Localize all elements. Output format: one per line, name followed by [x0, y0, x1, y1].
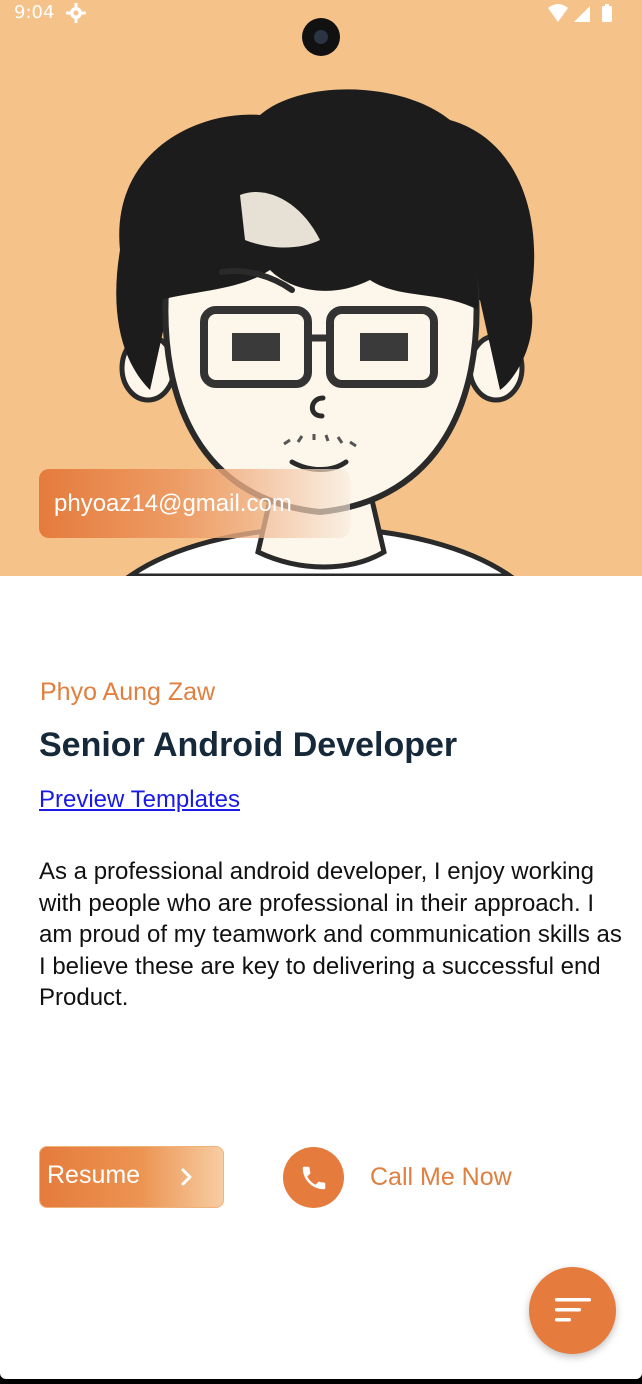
app-screen: 9:04 phyoaz14@gmail.com Phyo Aung Zaw Se… [0, 0, 642, 1379]
menu-fab[interactable] [529, 1267, 616, 1354]
status-time: 9:04 [14, 2, 55, 23]
settings-icon [66, 3, 86, 28]
wifi-icon [548, 4, 568, 22]
resume-button-label: Resume [47, 1161, 141, 1189]
phone-icon [302, 1166, 326, 1190]
front-camera [302, 18, 340, 56]
resume-button[interactable]: Resume [39, 1146, 224, 1208]
signal-icon [574, 6, 590, 22]
preview-templates-link[interactable]: Preview Templates [39, 786, 240, 814]
call-button[interactable] [283, 1147, 344, 1208]
status-icons [546, 4, 626, 29]
profile-name: Phyo Aung Zaw [40, 678, 216, 706]
profile-bio: As a professional android developer, I e… [39, 858, 622, 1011]
profile-hero: 9:04 phyoaz14@gmail.com [0, 0, 642, 576]
chevron-right-icon [180, 1167, 194, 1191]
profile-title: Senior Android Developer [39, 726, 458, 764]
battery-icon [602, 6, 612, 22]
call-me-now-label[interactable]: Call Me Now [370, 1163, 512, 1192]
sort-icon [555, 1298, 591, 1322]
email-chip[interactable]: phyoaz14@gmail.com [39, 469, 350, 538]
